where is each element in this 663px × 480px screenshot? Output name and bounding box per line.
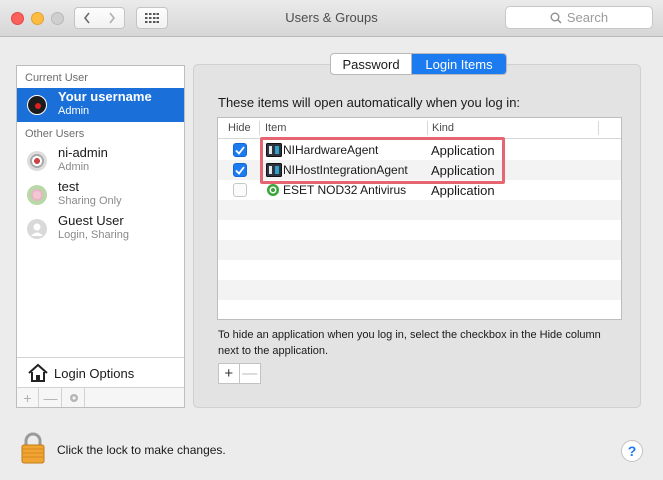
ni-app-icon — [266, 143, 282, 157]
user-name: Your username — [58, 89, 152, 104]
login-options-item[interactable]: Login Options — [17, 357, 184, 387]
other-users-label: Other Users — [25, 128, 85, 140]
tab-bar: Password Login Items — [330, 53, 507, 75]
user-settings-button[interactable] — [63, 388, 85, 407]
empty-row — [218, 240, 621, 260]
checkmark-icon — [235, 145, 245, 155]
lock-icon[interactable] — [21, 432, 45, 464]
tab-password[interactable]: Password — [331, 54, 412, 74]
ni-app-icon — [266, 163, 282, 177]
user-name: test — [58, 179, 79, 194]
empty-row — [218, 280, 621, 300]
title-bar: Users & Groups Search — [0, 0, 663, 37]
column-header-kind[interactable]: Kind — [432, 122, 454, 134]
flower-avatar-icon — [27, 185, 47, 205]
item-name: ESET NOD32 Antivirus — [283, 183, 407, 197]
item-name: NIHostIntegrationAgent — [283, 163, 408, 177]
item-name: NIHardwareAgent — [283, 143, 379, 157]
remove-user-button[interactable]: — — [40, 388, 62, 407]
user-avatar-icon — [35, 103, 41, 109]
table-row[interactable]: ESET NOD32 Antivirus Application — [218, 180, 621, 200]
login-items-table: Hide Item Kind NIHardwareAgent Applicati… — [217, 117, 622, 320]
login-items-toolbar: + — — [218, 363, 261, 384]
table-row[interactable]: NIHardwareAgent Application — [218, 140, 621, 160]
guest-avatar-icon — [27, 219, 47, 239]
user-role: Admin — [58, 161, 90, 173]
user-role: Admin — [58, 105, 90, 117]
column-header-item[interactable]: Item — [265, 122, 286, 134]
add-user-button[interactable]: + — [17, 388, 39, 407]
table-row[interactable]: NIHostIntegrationAgent Application — [218, 160, 621, 180]
add-login-item-button[interactable]: + — [219, 364, 240, 383]
user-role: Login, Sharing — [58, 229, 129, 241]
empty-row — [218, 260, 621, 280]
users-list-panel: Current User Your username Admin Other U… — [16, 65, 185, 408]
empty-row — [218, 300, 621, 320]
checkmark-icon — [235, 165, 245, 175]
empty-row — [218, 200, 621, 220]
hide-checkbox[interactable] — [233, 183, 247, 197]
hide-checkbox[interactable] — [233, 163, 247, 177]
help-button[interactable]: ? — [621, 440, 643, 462]
empty-row — [218, 220, 621, 240]
user-name: Guest User — [58, 213, 124, 228]
column-header-hide[interactable]: Hide — [228, 122, 251, 134]
user-name: ni-admin — [58, 145, 108, 160]
search-placeholder: Search — [566, 10, 609, 25]
user-role: Sharing Only — [58, 195, 122, 207]
house-icon — [28, 363, 48, 382]
hide-hint-text: To hide an application when you log in, … — [218, 329, 601, 357]
item-kind: Application — [431, 143, 495, 158]
table-header: Hide Item Kind — [218, 118, 621, 139]
user-item-guest[interactable]: Guest User Login, Sharing — [17, 212, 184, 246]
user-item-test[interactable]: test Sharing Only — [17, 178, 184, 212]
user-item-current[interactable]: Your username Admin — [17, 88, 184, 122]
search-field[interactable]: Search — [505, 6, 653, 29]
hide-checkbox[interactable] — [233, 143, 247, 157]
user-item-ni-admin[interactable]: ni-admin Admin — [17, 144, 184, 178]
login-options-label: Login Options — [54, 366, 135, 381]
item-kind: Application — [431, 163, 495, 178]
search-icon — [550, 12, 562, 24]
users-toolbar: + — — [17, 387, 184, 407]
remove-login-item-button[interactable]: — — [240, 364, 260, 383]
lock-message: Click the lock to make changes. — [57, 443, 226, 457]
target-avatar-icon — [27, 151, 47, 171]
current-user-label: Current User — [25, 72, 88, 84]
avatar — [27, 95, 47, 115]
gear-icon — [69, 393, 78, 402]
item-kind: Application — [431, 183, 495, 198]
login-items-intro: These items will open automatically when… — [218, 95, 521, 110]
tab-login-items[interactable]: Login Items — [412, 54, 506, 74]
eset-icon — [267, 184, 279, 196]
